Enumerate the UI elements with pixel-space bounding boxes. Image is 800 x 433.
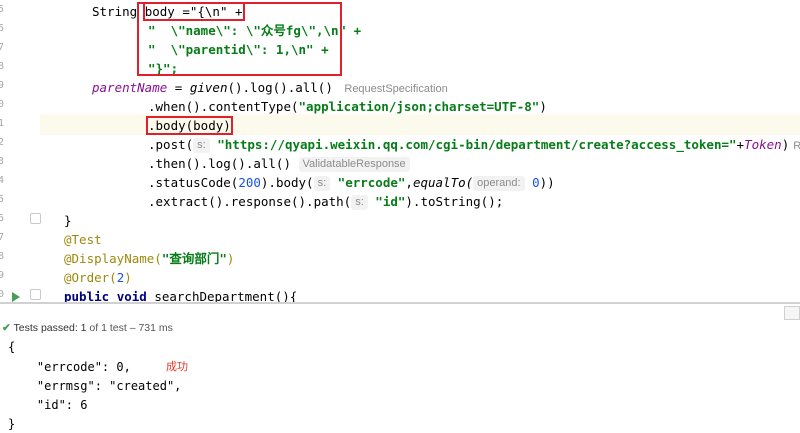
code-token: = <box>167 80 190 95</box>
line-number: 8 <box>0 61 4 72</box>
code-line[interactable]: .when().contentType("application/json;ch… <box>148 97 547 116</box>
code-token: .when().contentType( <box>148 99 299 114</box>
param-hint: operand: <box>473 176 525 191</box>
line-number: 19 <box>0 270 4 281</box>
inlay-type-hint: Response <box>793 140 800 152</box>
console-output[interactable]: { "errcode": 0, "errmsg": "created", "id… <box>0 338 800 432</box>
code-token: ) <box>539 99 547 114</box>
console-line: "errcode": 0, <box>8 360 131 374</box>
annotation-token: @DisplayName( <box>64 251 162 266</box>
console-line: { <box>8 340 16 354</box>
line-number: 18 <box>0 251 4 262</box>
line-number: 15 <box>0 194 4 205</box>
keyword-token: public <box>64 289 110 302</box>
code-line[interactable]: .then().log().all() ValidatableResponse <box>148 154 410 173</box>
code-token: ().log().all() <box>227 80 333 95</box>
code-line[interactable]: @DisplayName("查询部门") <box>64 249 234 268</box>
line-number: 13 <box>0 156 4 167</box>
param-hint: s: <box>351 195 368 210</box>
code-token: .body(body) <box>148 118 231 133</box>
annotation-token: ) <box>226 251 235 266</box>
annotation-token: ) <box>124 270 132 285</box>
line-number: 9 <box>0 80 4 91</box>
code-token: .extract().response().path( <box>148 194 352 209</box>
annotation-token: @Order( <box>64 270 117 285</box>
method-token: equalTo( <box>412 175 474 190</box>
string-token: "application/json;charset=UTF-8" <box>298 99 540 114</box>
line-number: 5 <box>0 4 4 15</box>
string-token: "id" <box>375 194 406 209</box>
field-token: parentName <box>92 80 168 95</box>
code-line[interactable]: } <box>64 211 72 230</box>
run-test-icon[interactable] <box>12 292 20 302</box>
code-line[interactable]: @Order(2) <box>64 268 132 287</box>
line-number: 16 <box>0 213 4 224</box>
string-token: "errcode" <box>337 175 406 190</box>
test-status-bar: ✔ Tests passed: 1 of 1 test – 731 ms <box>0 322 800 338</box>
code-token: ).body( <box>260 175 314 190</box>
scroll-to-end-icon[interactable] <box>784 306 800 320</box>
code-token: , <box>405 175 413 190</box>
number-token: 0 <box>532 175 540 190</box>
code-token: .then().log().all() <box>148 156 291 171</box>
success-note: 成功 <box>166 360 188 373</box>
code-token: searchDepartment(){ <box>146 289 298 302</box>
string-body-box <box>137 2 342 76</box>
inlay-type-hint: RequestSpecification <box>344 83 448 95</box>
current-line-highlight <box>0 114 800 135</box>
string-token: "https://qyapi.weixin.qq.com/cgi-bin/dep… <box>217 137 737 152</box>
line-number: 17 <box>0 232 4 243</box>
code-token: ).toString(); <box>405 194 504 209</box>
field-token: Token <box>744 137 782 152</box>
code-token: + <box>736 137 745 152</box>
code-line[interactable]: .post(s: "https://qyapi.weixin.qq.com/cg… <box>148 135 800 154</box>
method-token: given <box>189 80 228 95</box>
panel-divider[interactable] <box>0 302 800 304</box>
code-token: ) <box>781 137 790 152</box>
number-token: 200 <box>238 175 261 190</box>
keyword-token: void <box>116 289 147 302</box>
code-token: .post( <box>148 137 194 152</box>
line-gutter: 5 6 7 8 9 10 11 12 13 14 15 16 17 18 19 … <box>0 0 40 302</box>
param-hint: s: <box>313 176 331 191</box>
line-number: 12 <box>0 137 4 148</box>
line-number: 6 <box>0 23 4 34</box>
line-number: 10 <box>0 99 4 110</box>
line-number: 11 <box>0 118 4 129</box>
fold-marker-icon[interactable] <box>30 213 41 224</box>
console-line: "errmsg": "created", <box>8 379 182 393</box>
param-hint: s: <box>193 138 210 153</box>
code-token: )) <box>539 175 555 190</box>
code-line[interactable]: .statusCode(200).body(s: "errcode",equal… <box>148 173 555 192</box>
pass-check-icon: ✔ <box>2 322 11 334</box>
code-token: .statusCode( <box>148 175 239 190</box>
fold-marker-icon[interactable] <box>30 289 41 300</box>
console-line: } <box>8 417 16 431</box>
code-line[interactable]: .extract().response().path(s: "id").toSt… <box>148 192 503 211</box>
line-number: 20 <box>0 289 4 300</box>
inlay-type-hint: ValidatableResponse <box>298 157 410 172</box>
tests-detail-label: of 1 test – 731 ms <box>86 322 173 334</box>
line-number: 14 <box>0 175 4 186</box>
string-token: "查询部门" <box>161 251 227 266</box>
code-line[interactable]: .body(body) <box>146 116 233 135</box>
tests-passed-label: Tests passed: 1 <box>13 322 87 334</box>
code-line[interactable]: @Test <box>64 230 102 249</box>
console-line: "id": 6 <box>8 398 88 412</box>
line-number: 7 <box>0 42 4 53</box>
code-editor[interactable]: 5 6 7 8 9 10 11 12 13 14 15 16 17 18 19 … <box>0 0 800 302</box>
code-line[interactable]: parentName = given().log().all() Request… <box>92 78 448 97</box>
code-line[interactable]: public void searchDepartment(){ <box>64 287 297 302</box>
body-call-box: .body(body) <box>146 116 233 135</box>
